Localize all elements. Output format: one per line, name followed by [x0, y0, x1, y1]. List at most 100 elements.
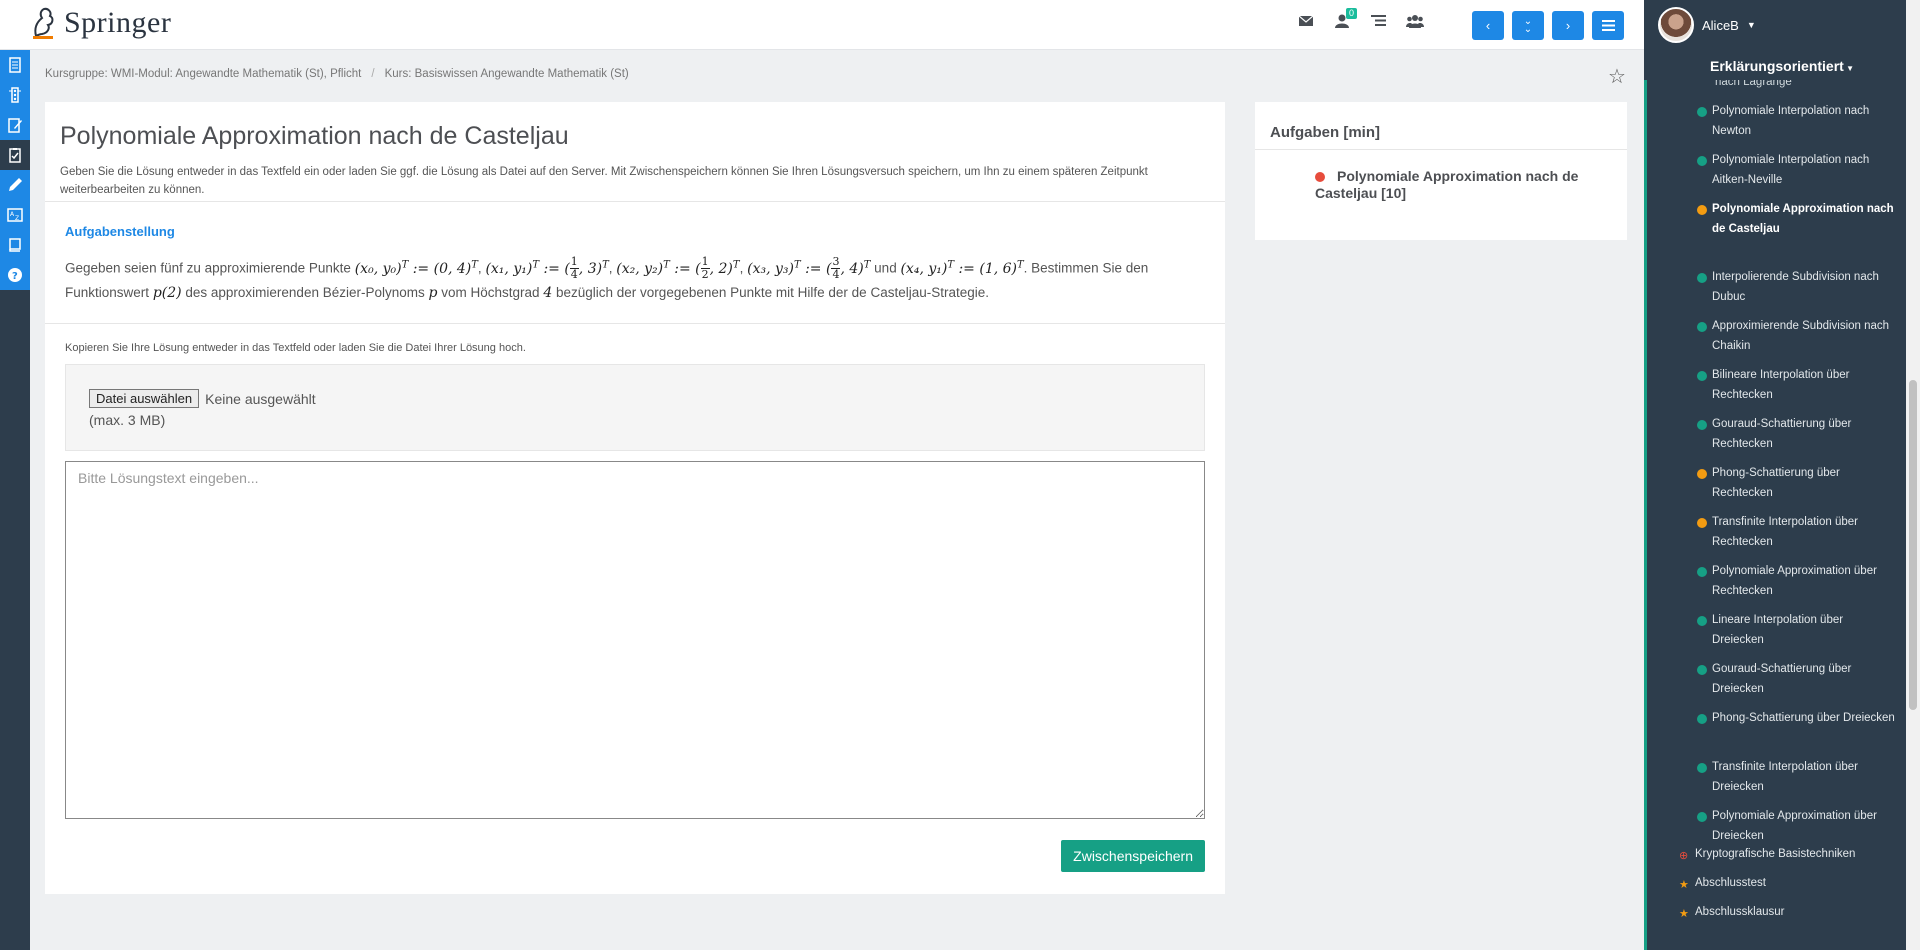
star-icon: ★	[1679, 879, 1689, 891]
sidebar-item-label: Gouraud-Schattierung über Rechtecken	[1712, 418, 1852, 450]
sidebar-section[interactable]: ★ Abschlussklausur	[1679, 906, 1784, 920]
choose-file-button[interactable]: Datei auswählen	[89, 389, 200, 408]
status-dot	[1697, 469, 1707, 479]
sidebar-item[interactable]: Interpolierende Subdivision nach Dubuc	[1697, 268, 1897, 307]
sidebar-item[interactable]: Gouraud-Schattierung über Rechtecken	[1697, 415, 1897, 454]
sidebar-item[interactable]: Transfinite Interpolation über Rechtecke…	[1697, 513, 1897, 552]
task-list-item-label: Polynomiale Approximation nach de Castel…	[1315, 168, 1579, 201]
sidebar-item[interactable]: Polynomiale Approximation über Rechtecke…	[1697, 562, 1897, 601]
point-4-name: (x₄, y₁)	[900, 260, 948, 277]
sidebar-item[interactable]: Phong-Schattierung über Dreiecken	[1697, 709, 1897, 729]
group-icon[interactable]	[1406, 14, 1424, 30]
user-notification-icon[interactable]: 0	[1334, 8, 1357, 30]
transpose-superscript: T	[732, 259, 740, 270]
breadcrumb: Kursgruppe: WMI-Modul: Angewandte Mathem…	[45, 68, 629, 80]
upload-hint: Kopieren Sie Ihre Lösung entweder in das…	[65, 342, 526, 354]
point-1-open: := (	[543, 260, 570, 277]
sidebar-item[interactable]: Lineare Interpolation über Dreiecken	[1697, 611, 1897, 650]
exercise-panel: Polynomiale Approximation nach de Castel…	[45, 102, 1225, 894]
breadcrumb-course[interactable]: Kurs: Basiswissen Angewandte Mathematik …	[385, 68, 629, 80]
svg-text:?: ?	[12, 271, 18, 282]
status-dot	[1697, 273, 1707, 283]
previous-button[interactable]: ‹	[1472, 11, 1504, 40]
sidebar-item[interactable]: Polynomiale Approximation nach de Castel…	[1697, 200, 1897, 239]
task-section: Aufgabenstellung Gegeben seien fünf zu a…	[45, 202, 1225, 324]
book-tool[interactable]	[0, 230, 30, 260]
point-4-value: := (1, 6)	[958, 260, 1017, 277]
tasks-panel-title: Aufgaben [min]	[1255, 102, 1627, 150]
sidebar-item[interactable]: Polynomiale Approximation über Dreiecken	[1697, 807, 1897, 846]
sidebar-item[interactable]: Approximierende Subdivision nach Chaikin	[1697, 317, 1897, 356]
point-3: (x₃, y₃)T := (3 4, 4)T	[747, 256, 870, 281]
comma: ,	[477, 260, 482, 276]
task-list-item[interactable]: Polynomiale Approximation nach de Castel…	[1255, 150, 1627, 202]
point-0-name: (x₀, y₀)	[354, 260, 402, 277]
sort-tool[interactable]: AZ	[0, 200, 30, 230]
sidebar-item[interactable]: Polynomiale Interpolation nach Newton	[1697, 102, 1897, 141]
status-dot	[1315, 172, 1325, 182]
transpose-superscript: T	[1017, 259, 1024, 270]
status-dot	[1697, 420, 1707, 430]
sidebar-item-label: Interpolierende Subdivision nach Dubuc	[1712, 271, 1879, 303]
user-menu[interactable]: AliceB ▼	[1644, 0, 1920, 50]
sidebar-item[interactable]: Polynomiale Interpolation nach Aitken-Ne…	[1697, 151, 1897, 190]
point-3-open: := (	[805, 260, 832, 277]
sidebar-item-label: Polynomiale Approximation über Rechtecke…	[1712, 565, 1877, 597]
plus-circle-icon: ⊕	[1679, 850, 1689, 862]
sidebar-item[interactable]: Transfinite Interpolation über Dreiecken	[1697, 758, 1897, 797]
sidebar-item-label: Approximierende Subdivision nach Chaikin	[1712, 320, 1890, 352]
sidebar-section-label: Abschlusstest	[1695, 877, 1766, 889]
clipboard-tool[interactable]	[0, 140, 30, 170]
save-draft-button[interactable]: Zwischenspeichern	[1061, 840, 1205, 872]
navigation-buttons: ‹ ⌄ ⌄ ›	[1472, 11, 1624, 40]
next-button[interactable]: ›	[1552, 11, 1584, 40]
point-0-value: := (0, 4)	[412, 260, 472, 277]
breadcrumb-course-group[interactable]: Kursgruppe: WMI-Modul: Angewandte Mathem…	[45, 68, 361, 80]
sidebar-item[interactable]: Phong-Schattierung über Rechtecken	[1697, 464, 1897, 503]
document-tool[interactable]	[0, 50, 30, 80]
chevron-left-icon: ‹	[1485, 18, 1491, 33]
point-1: (x₁, y₁)T := (1 4, 3)T	[485, 256, 608, 281]
fraction-denominator: 2	[701, 268, 709, 282]
list-icon[interactable]	[1370, 14, 1386, 30]
top-bar: Springer 0 ‹ ⌄ ⌄ ›	[0, 0, 1644, 50]
sidebar-section[interactable]: ★ Abschlusstest	[1679, 877, 1766, 891]
breadcrumb-separator: /	[371, 68, 375, 80]
task-text-1: Gegeben seien fünf zu approximierende Pu…	[65, 260, 351, 276]
favorite-star-icon[interactable]: ☆	[1608, 64, 1626, 89]
scrollbar-thumb[interactable]	[1909, 380, 1917, 710]
sidebar-item-label: Polynomiale Interpolation nach Newton	[1712, 105, 1870, 137]
degree-value: 4	[543, 285, 553, 302]
traffic-light-tool[interactable]	[0, 80, 30, 110]
avatar	[1658, 7, 1694, 43]
springer-logo[interactable]: Springer	[28, 6, 171, 40]
sidebar-section[interactable]: ⊕ Kryptografische Basistechniken	[1679, 848, 1855, 862]
sidebar-item-label: Phong-Schattierung über Dreiecken	[1712, 712, 1895, 724]
sidebar-item-cut[interactable]: nach Lagrange	[1715, 80, 1792, 88]
sidebar-item[interactable]: Bilineare Interpolation über Rechtecken	[1697, 366, 1897, 405]
point-2-close: , 2)	[709, 260, 733, 277]
edit-document-tool[interactable]	[0, 110, 30, 140]
sidebar-item[interactable]: Gouraud-Schattierung über Dreiecken	[1697, 660, 1897, 699]
clipboard-check-icon	[9, 148, 21, 163]
task-text-2: und	[874, 260, 897, 276]
sidebar-scrollbar[interactable]	[1906, 0, 1920, 950]
sidebar-item-label: Gouraud-Schattierung über Dreiecken	[1712, 663, 1852, 695]
transpose-superscript: T	[532, 259, 539, 270]
transpose-superscript: T	[793, 259, 801, 270]
status-dot	[1697, 812, 1707, 822]
solution-textarea[interactable]	[65, 461, 1205, 819]
mode-label: Erklärungsorientiert	[1710, 58, 1844, 74]
comma: ,	[739, 260, 744, 276]
status-dot	[1697, 107, 1707, 117]
status-dot	[1697, 665, 1707, 675]
caret-down-icon: ▼	[1746, 20, 1756, 30]
star-icon: ★	[1679, 908, 1689, 920]
envelope-icon[interactable]	[1298, 14, 1314, 30]
status-dot	[1697, 567, 1707, 577]
help-tool[interactable]: ?	[0, 260, 30, 290]
menu-button[interactable]	[1592, 11, 1624, 40]
expand-down-button[interactable]: ⌄ ⌄	[1512, 11, 1544, 40]
mode-dropdown[interactable]: Erklärungsorientiert ▼	[1644, 50, 1920, 80]
pencil-tool[interactable]	[0, 170, 30, 200]
